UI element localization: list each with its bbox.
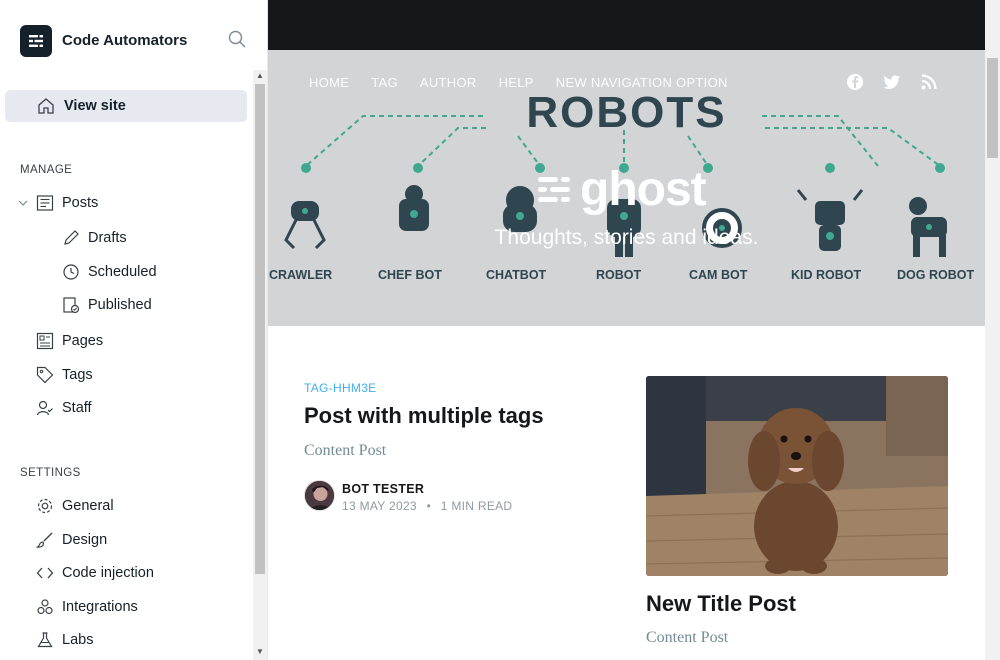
site-preview: ROBOTS HOME TAG AUTHOR HELP NEW NAVIGATI… [268,0,985,660]
scroll-down-icon[interactable]: ▼ [256,648,264,656]
twitter-icon[interactable] [883,73,901,91]
scroll-up-icon[interactable]: ▲ [256,72,264,80]
sidebar-item-scheduled[interactable]: Scheduled [62,256,157,288]
sidebar-item-label: Integrations [62,599,138,615]
rss-icon[interactable] [920,73,938,91]
sidebar-item-pages[interactable]: Pages [36,325,103,357]
ghost-logo[interactable]: ghost [538,162,707,217]
post-excerpt[interactable]: Content Post [646,629,728,647]
sidebar-item-general[interactable]: General [36,490,114,522]
pages-icon [36,332,54,350]
gear-icon [36,497,54,515]
home-icon [37,97,55,115]
published-icon [62,296,80,314]
brand-name: Code Automators [62,32,188,49]
post-feature-image[interactable] [646,376,948,576]
sidebar-item-code-injection[interactable]: Code injection [36,557,154,589]
sidebar-item-published[interactable]: Published [62,289,152,321]
robot-label-chatbot: CHATBOT [486,268,547,282]
sidebar-item-label: Scheduled [88,264,157,280]
search-icon[interactable] [228,30,248,50]
sidebar-item-label: Code injection [62,565,154,581]
post-title[interactable]: Post with multiple tags [304,403,544,429]
settings-section-label: SETTINGS [20,467,81,479]
sidebar-item-integrations[interactable]: Integrations [36,591,138,623]
post-date: 13 MAY 2023 [342,499,417,513]
site-navigation: HOME TAG AUTHOR HELP NEW NAVIGATION OPTI… [309,75,750,90]
sidebar-item-design[interactable]: Design [36,524,107,556]
integrations-icon [36,598,54,616]
sidebar-item-label: Published [88,297,152,313]
sidebar-item-label: General [62,498,114,514]
nav-link-author[interactable]: AUTHOR [420,75,477,90]
sidebar-item-label: Design [62,532,108,548]
nav-link-tag[interactable]: TAG [371,75,398,90]
read-time: 1 MIN READ [440,499,513,513]
manage-section-label: MANAGE [20,164,73,176]
sidebar-item-drafts[interactable]: Drafts [62,222,127,254]
sidebar-item-labs[interactable]: Labs [36,624,93,656]
tag-icon [36,366,54,384]
flask-icon [36,631,54,649]
ghost-logo-text: ghost [580,163,707,216]
robot-label-chef-bot: CHEF BOT [378,268,442,282]
sidebar-item-label: Tags [62,367,93,383]
facebook-icon[interactable] [846,73,864,91]
ghost-logo-icon [538,176,570,202]
sidebar-scrollbar-thumb[interactable] [255,84,265,574]
sidebar-item-label: Staff [62,400,92,416]
sidebar-item-label: Labs [62,632,94,648]
site-hero: ROBOTS HOME TAG AUTHOR HELP NEW NAVIGATI… [268,50,985,326]
meta-separator: • [426,499,432,513]
robot-label-crawler: CRAWLER [269,268,333,282]
sidebar-item-label: Pages [62,333,104,349]
author-avatar[interactable] [304,480,335,511]
post-meta: 13 MAY 2023 • 1 MIN READ [342,499,512,513]
clock-icon [62,263,80,281]
preview-scrollbar-thumb[interactable] [987,58,998,158]
code-icon [36,564,54,582]
app-window: Code Automators View site MANAGE Posts D… [0,0,1000,660]
posts-icon [36,194,54,212]
robot-label-kid-robot: KID ROBOT [791,268,862,282]
post-title[interactable]: New Title Post [646,591,796,617]
chevron-down-icon[interactable] [18,198,32,208]
preview-topbar [268,0,985,50]
nav-link-new-option[interactable]: NEW NAVIGATION OPTION [556,75,728,90]
sidebar-item-staff[interactable]: Staff [36,392,92,424]
admin-sidebar: Code Automators View site MANAGE Posts D… [0,0,268,660]
brand-logo-icon [20,24,52,57]
nav-link-home[interactable]: HOME [309,75,349,90]
hero-robots-title: ROBOTS [526,88,727,137]
pencil-icon [62,229,80,247]
sidebar-item-posts[interactable]: Posts [18,187,98,219]
sidebar-item-label: View site [64,98,126,114]
robot-label-cam-bot: CAM BOT [689,268,748,282]
robot-label-robot: ROBOT [596,268,642,282]
post-tag[interactable]: TAG-HHM3E [304,381,376,395]
brand[interactable]: Code Automators [20,24,187,57]
staff-icon [36,399,54,417]
site-tagline: Thoughts, stories and ideas. [494,226,759,249]
sidebar-item-view-site[interactable]: View site [5,90,247,122]
sidebar-item-tags[interactable]: Tags [36,359,93,391]
nav-link-help[interactable]: HELP [499,75,534,90]
robot-label-dog-robot: DOG ROBOT [897,268,975,282]
post-excerpt[interactable]: Content Post [304,442,386,460]
author-name[interactable]: BOT TESTER [342,482,424,496]
sidebar-item-label: Posts [62,195,99,211]
sidebar-item-label: Drafts [88,230,127,246]
brush-icon [36,531,54,549]
